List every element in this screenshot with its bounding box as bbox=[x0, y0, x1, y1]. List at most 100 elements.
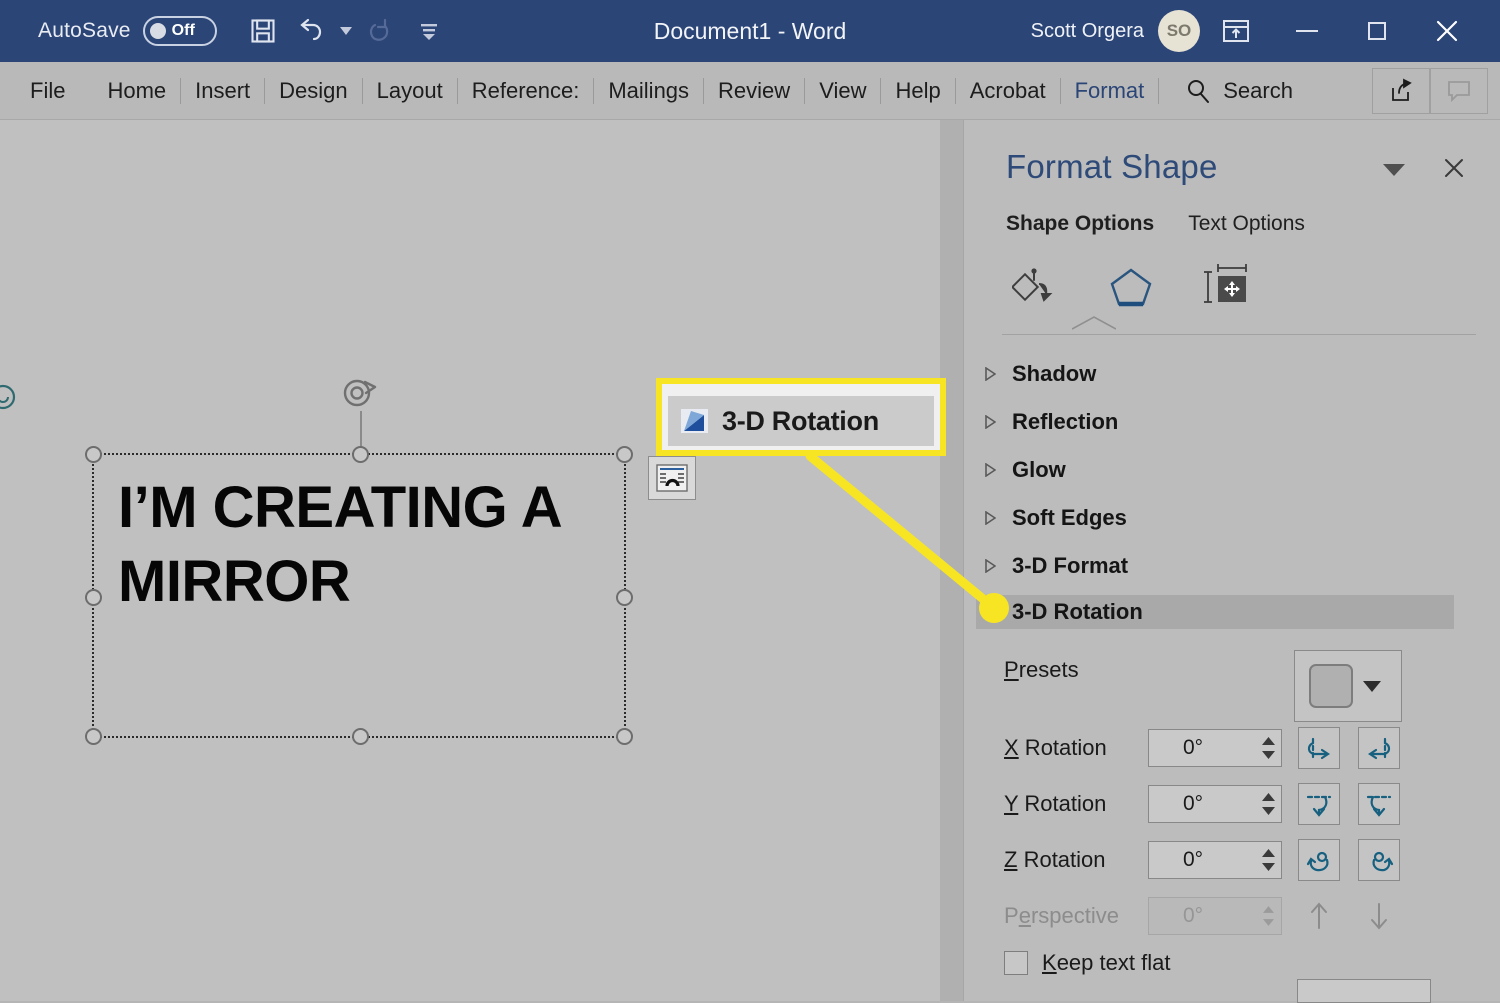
ribbon-tab-bar: File Home Insert Design Layout Reference… bbox=[0, 62, 1500, 120]
resize-handle-top-center[interactable] bbox=[352, 446, 369, 463]
spinner-up-icon bbox=[1261, 793, 1275, 801]
ribbon-display-options-icon[interactable] bbox=[1200, 0, 1272, 62]
tab-home[interactable]: Home bbox=[93, 62, 180, 120]
section-3d-rotation[interactable]: 3-D Rotation bbox=[976, 595, 1454, 629]
tab-view[interactable]: View bbox=[805, 62, 880, 120]
section-label: Glow bbox=[1012, 457, 1066, 482]
tab-text-options[interactable]: Text Options bbox=[1188, 212, 1305, 236]
selected-text-box[interactable]: I’M CREATING A MIRROR bbox=[85, 379, 633, 745]
layout-options-icon[interactable] bbox=[648, 456, 696, 500]
partial-input-below-fold[interactable] bbox=[1297, 979, 1431, 1003]
y-rotation-value: 0° bbox=[1183, 792, 1204, 815]
user-name: Scott Orgera bbox=[1030, 19, 1144, 42]
restore-icon[interactable] bbox=[1342, 0, 1412, 62]
resize-handle-middle-right[interactable] bbox=[616, 589, 633, 606]
avatar[interactable]: SO bbox=[1158, 10, 1200, 52]
presets-label: Presets bbox=[1004, 657, 1079, 682]
section-label: Soft Edges bbox=[1012, 505, 1127, 530]
spinner-arrows[interactable] bbox=[1255, 841, 1281, 879]
spinner-down-icon bbox=[1261, 807, 1275, 815]
section-reflection[interactable]: Reflection bbox=[976, 405, 1454, 439]
title-bar: AutoSave Off Document1 - Word Scott Orge… bbox=[0, 0, 1500, 62]
undo-icon[interactable] bbox=[287, 7, 335, 55]
customize-qat-icon[interactable] bbox=[405, 7, 453, 55]
autosave-toggle[interactable]: Off bbox=[142, 16, 217, 46]
resize-handle-middle-left[interactable] bbox=[85, 589, 102, 606]
autosave-label: AutoSave bbox=[38, 19, 131, 42]
x-rotate-left-icon[interactable] bbox=[1298, 727, 1340, 769]
panel-close-icon[interactable] bbox=[1434, 148, 1474, 188]
layout-properties-icon[interactable] bbox=[1196, 260, 1258, 314]
tab-insert[interactable]: Insert bbox=[181, 62, 264, 120]
search-box[interactable]: Search bbox=[1159, 78, 1293, 104]
y-rotation-label: Y Rotation bbox=[1004, 791, 1107, 816]
presets-dropdown[interactable] bbox=[1294, 650, 1402, 722]
effects-icon[interactable] bbox=[1100, 260, 1162, 314]
tab-file[interactable]: File bbox=[0, 62, 93, 120]
share-icon[interactable] bbox=[1372, 67, 1430, 114]
section-glow[interactable]: Glow bbox=[976, 453, 1454, 487]
preset-swatch bbox=[1309, 664, 1353, 708]
panel-tab-bar: Shape Options Text Options bbox=[1006, 212, 1305, 236]
spinner-down-icon bbox=[1261, 751, 1275, 759]
perspective-widen-icon bbox=[1358, 895, 1400, 937]
section-3d-format[interactable]: 3-D Format bbox=[976, 549, 1454, 583]
save-icon[interactable] bbox=[239, 7, 287, 55]
section-shadow[interactable]: Shadow bbox=[976, 357, 1454, 391]
x-rotate-right-icon[interactable] bbox=[1358, 727, 1400, 769]
spinner-arrows[interactable] bbox=[1255, 729, 1281, 767]
panel-options-caret-icon[interactable] bbox=[1374, 150, 1414, 190]
resize-handle-bottom-center[interactable] bbox=[352, 728, 369, 745]
y-rotation-row: Y Rotation 0° bbox=[964, 776, 1500, 832]
redo-icon[interactable] bbox=[357, 7, 405, 55]
y-rotate-down-icon[interactable] bbox=[1358, 783, 1400, 825]
x-rotation-input[interactable]: 0° bbox=[1148, 729, 1282, 767]
spinner-up-icon bbox=[1262, 906, 1274, 913]
chevron-right-icon bbox=[984, 510, 997, 526]
x-rotation-row: X Rotation 0° bbox=[964, 720, 1500, 776]
resize-handle-top-right[interactable] bbox=[616, 446, 633, 463]
callout-inner: 3-D Rotation bbox=[668, 396, 934, 446]
comments-icon[interactable] bbox=[1430, 67, 1488, 114]
undo-dropdown-icon[interactable] bbox=[335, 7, 357, 55]
tab-format[interactable]: Format bbox=[1061, 62, 1159, 120]
resize-handle-top-left[interactable] bbox=[85, 446, 102, 463]
panel-category-icons bbox=[1004, 260, 1258, 314]
resize-handle-bottom-right[interactable] bbox=[616, 728, 633, 745]
chevron-right-icon bbox=[984, 414, 997, 430]
rotate-handle-icon[interactable] bbox=[335, 373, 385, 417]
quick-access-toolbar: AutoSave Off bbox=[0, 7, 453, 55]
section-label: Reflection bbox=[1012, 409, 1119, 434]
fill-and-line-icon[interactable] bbox=[1004, 260, 1066, 314]
tab-layout[interactable]: Layout bbox=[363, 62, 457, 120]
tab-review[interactable]: Review bbox=[704, 62, 804, 120]
spinner-arrows bbox=[1255, 897, 1281, 935]
keep-text-flat-row[interactable]: Keep text flat bbox=[1004, 950, 1170, 976]
spinner-arrows[interactable] bbox=[1255, 785, 1281, 823]
z-rotation-input[interactable]: 0° bbox=[1148, 841, 1282, 879]
tab-references[interactable]: Reference: bbox=[458, 62, 594, 120]
z-rotation-row: Z Rotation 0° bbox=[964, 832, 1500, 888]
tab-mailings[interactable]: Mailings bbox=[594, 62, 703, 120]
y-rotation-input[interactable]: 0° bbox=[1148, 785, 1282, 823]
section-soft-edges[interactable]: Soft Edges bbox=[976, 501, 1454, 535]
chevron-down-icon bbox=[1363, 680, 1381, 692]
tab-design[interactable]: Design bbox=[265, 62, 361, 120]
vertical-scrollbar[interactable] bbox=[940, 120, 963, 1001]
ribbon-right-buttons bbox=[1372, 67, 1500, 114]
close-icon[interactable] bbox=[1412, 0, 1482, 62]
callout-label: 3-D Rotation bbox=[722, 405, 879, 436]
keep-text-flat-checkbox[interactable] bbox=[1004, 951, 1028, 975]
perspective-label: Perspective bbox=[1004, 903, 1119, 928]
document-canvas[interactable]: I’M CREATING A MIRROR bbox=[0, 120, 940, 1001]
tab-help[interactable]: Help bbox=[881, 62, 954, 120]
z-rotate-cw-icon[interactable] bbox=[1358, 839, 1400, 881]
z-rotate-ccw-icon[interactable] bbox=[1298, 839, 1340, 881]
y-rotate-up-icon[interactable] bbox=[1298, 783, 1340, 825]
perspective-narrow-icon bbox=[1298, 895, 1340, 937]
resize-handle-bottom-left[interactable] bbox=[85, 728, 102, 745]
tab-acrobat[interactable]: Acrobat bbox=[956, 62, 1060, 120]
tab-shape-options[interactable]: Shape Options bbox=[1006, 212, 1154, 236]
x-rotation-label: X Rotation bbox=[1004, 735, 1107, 760]
minimize-icon[interactable] bbox=[1272, 0, 1342, 62]
